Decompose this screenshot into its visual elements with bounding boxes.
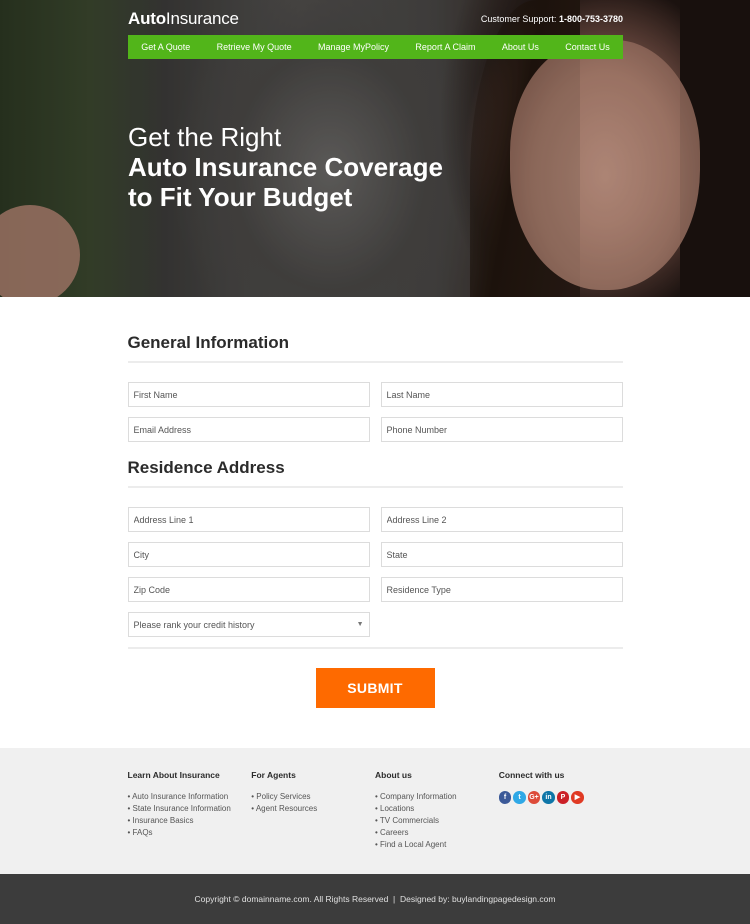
nav-get-a-quote[interactable]: Get A Quote: [141, 42, 190, 52]
state-field[interactable]: [380, 542, 623, 567]
hero-image-hair: [680, 0, 750, 297]
nav-manage-my-policy[interactable]: Manage MyPolicy: [318, 42, 389, 52]
submit-button[interactable]: SUBMIT: [315, 668, 435, 708]
hero-content: AutoInsurance Customer Support: 1-800-75…: [128, 0, 623, 212]
hero-image-arm: [0, 205, 80, 297]
credit-history-select[interactable]: Please rank your credit history ▼: [127, 612, 370, 637]
headline-line-2: Auto Insurance Coverage: [128, 152, 443, 182]
footer-link[interactable]: Company Information: [375, 791, 499, 803]
nav-about-us[interactable]: About Us: [502, 42, 539, 52]
youtube-icon[interactable]: ▶: [571, 791, 584, 804]
general-information-fields: [127, 382, 623, 442]
support-phone[interactable]: 1-800-753-3780: [559, 14, 623, 24]
footer-columns: Learn About Insurance Auto Insurance Inf…: [128, 748, 623, 851]
footer-column-social: Connect with us f t G+ in P ▶: [498, 770, 623, 851]
pinterest-icon[interactable]: P: [556, 791, 570, 804]
top-bar: AutoInsurance Customer Support: 1-800-75…: [128, 0, 623, 35]
footer-link[interactable]: State Insurance Information: [128, 803, 252, 815]
footer-column-about: About us Company Information Locations T…: [375, 770, 499, 851]
form-divider: [127, 647, 623, 649]
first-name-field[interactable]: [127, 382, 370, 407]
footer-link[interactable]: TV Commercials: [375, 815, 499, 827]
chevron-down-icon: ▼: [356, 621, 364, 628]
footer-link[interactable]: Careers: [375, 827, 499, 839]
footer-column-title: For Agents: [251, 770, 296, 780]
footer: Learn About Insurance Auto Insurance Inf…: [0, 748, 750, 874]
footer-column-title: About us: [375, 770, 412, 780]
address-line-1-field[interactable]: [127, 507, 370, 532]
headline-line-1: Get the Right: [128, 122, 282, 152]
nav-contact-us[interactable]: Contact Us: [565, 42, 610, 52]
footer-link[interactable]: FAQs: [128, 827, 252, 839]
footer-link[interactable]: Auto Insurance Information: [128, 791, 252, 803]
phone-field[interactable]: [380, 417, 623, 442]
twitter-icon[interactable]: t: [513, 791, 526, 804]
social-icons: f t G+ in P ▶: [498, 791, 623, 804]
copyright-bar: Copyright © domainname.com. All Rights R…: [0, 874, 750, 924]
copyright-text: Copyright © domainname.com. All Rights R…: [194, 894, 556, 904]
footer-column-learn: Learn About Insurance Auto Insurance Inf…: [128, 770, 252, 851]
footer-column-title: Learn About Insurance: [127, 770, 220, 780]
footer-link[interactable]: Insurance Basics: [128, 815, 252, 827]
customer-support: Customer Support: 1-800-753-3780: [481, 14, 623, 24]
residence-address-title: Residence Address: [127, 458, 623, 488]
facebook-icon[interactable]: f: [498, 791, 512, 804]
footer-link[interactable]: Agent Resources: [251, 803, 375, 815]
main-nav: Get A Quote Retrieve My Quote Manage MyP…: [128, 35, 623, 59]
footer-link[interactable]: Policy Services: [251, 791, 375, 803]
hero-headline: Get the Right Auto Insurance Coverage to…: [128, 122, 623, 212]
footer-column-title: Connect with us: [498, 770, 565, 780]
general-information-title: General Information: [127, 333, 623, 363]
residence-type-field[interactable]: [380, 577, 623, 602]
city-field[interactable]: [127, 542, 370, 567]
email-field[interactable]: [127, 417, 370, 442]
footer-link[interactable]: Locations: [375, 803, 499, 815]
logo-light: Insurance: [165, 9, 239, 28]
support-label: Customer Support:: [480, 14, 557, 24]
logo[interactable]: AutoInsurance: [128, 9, 239, 29]
quote-form: General Information Residence Address Pl…: [127, 297, 623, 748]
hero-banner: AutoInsurance Customer Support: 1-800-75…: [0, 0, 750, 297]
headline-line-3: to Fit Your Budget: [128, 182, 353, 212]
nav-retrieve-my-quote[interactable]: Retrieve My Quote: [217, 42, 292, 52]
linkedin-icon[interactable]: in: [542, 791, 555, 804]
footer-link[interactable]: Find a Local Agent: [375, 839, 499, 851]
residence-address-fields: Please rank your credit history ▼: [127, 507, 623, 637]
address-line-2-field[interactable]: [380, 507, 623, 532]
logo-bold: Auto: [128, 9, 166, 28]
zip-code-field[interactable]: [127, 577, 370, 602]
google-plus-icon[interactable]: G+: [527, 791, 541, 804]
last-name-field[interactable]: [380, 382, 623, 407]
nav-report-a-claim[interactable]: Report A Claim: [415, 42, 475, 52]
footer-column-agents: For Agents Policy Services Agent Resourc…: [251, 770, 375, 851]
credit-history-selected: Please rank your credit history: [133, 619, 255, 630]
submit-row: SUBMIT: [128, 668, 623, 748]
